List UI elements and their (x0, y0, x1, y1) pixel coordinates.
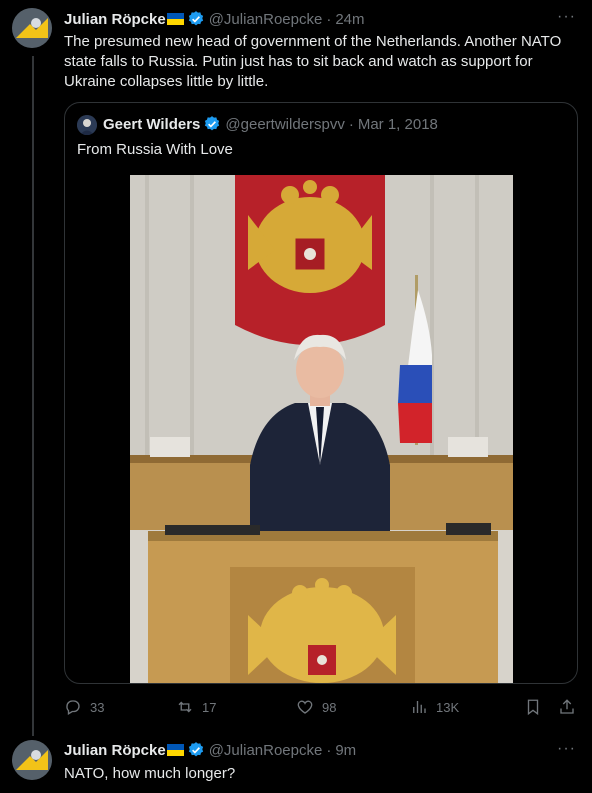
quote-text: From Russia With Love (77, 141, 233, 158)
tweet-text: NATO, how much longer? (64, 765, 236, 782)
quote-avatar-image (77, 115, 97, 135)
timestamp[interactable]: 24m (335, 11, 364, 28)
separator: · (326, 741, 332, 759)
quote-avatar[interactable] (77, 115, 97, 135)
like-count: 98 (322, 699, 337, 715)
verified-badge-icon (205, 116, 220, 131)
avatar-image (12, 740, 52, 780)
photo-illustration (130, 175, 513, 683)
quote-author-handle[interactable]: @geertwilderspvv (225, 116, 344, 133)
reply-icon (66, 700, 80, 715)
separator: · (348, 115, 354, 133)
separator: · (326, 10, 332, 28)
tweet2-header: Julian Röpcke @JulianRoepcke · 9m (64, 741, 356, 759)
author-handle[interactable]: @JulianRoepcke (209, 742, 323, 759)
quote-date[interactable]: Mar 1, 2018 (358, 116, 438, 133)
repost-button[interactable]: 17 (176, 698, 216, 716)
share-icon (560, 699, 574, 714)
reply-count: 33 (90, 699, 105, 715)
views-button[interactable]: 13K (410, 698, 459, 716)
views-count: 13K (436, 699, 460, 715)
repost-count: 17 (202, 699, 217, 715)
quote-header: Geert Wilders @geertwilderspvv · Mar 1, … (103, 115, 438, 133)
tweet1-header: Julian Röpcke @JulianRoepcke · 24m (64, 10, 365, 28)
views-icon (413, 701, 426, 713)
more-icon[interactable]: ··· (557, 8, 576, 26)
bookmark-icon (527, 699, 539, 716)
action-bar: 33 17 98 13K (64, 698, 584, 720)
bookmark-button[interactable] (524, 698, 550, 716)
reply-button[interactable]: 33 (64, 698, 104, 716)
avatar-image (12, 8, 52, 48)
more-icon[interactable]: ··· (557, 740, 576, 758)
avatar[interactable] (12, 8, 52, 48)
like-button[interactable]: 98 (296, 698, 336, 716)
ukraine-flag-icon (166, 13, 184, 25)
repost-icon (178, 701, 192, 713)
quote-photo[interactable] (130, 175, 513, 683)
quote-author-name[interactable]: Geert Wilders (103, 116, 200, 133)
avatar[interactable] (12, 740, 52, 780)
tweet-text: The presumed new head of government of t… (64, 33, 562, 90)
heart-icon (297, 700, 313, 714)
quote-tweet-card[interactable]: Geert Wilders @geertwilderspvv · Mar 1, … (64, 102, 578, 684)
verified-badge-icon (188, 742, 203, 757)
ukraine-flag-icon (166, 744, 184, 756)
verified-badge-icon (188, 11, 203, 26)
author-handle[interactable]: @JulianRoepcke (209, 11, 323, 28)
thread-line (32, 56, 34, 736)
timestamp[interactable]: 9m (335, 742, 356, 759)
author-name[interactable]: Julian Röpcke (64, 11, 166, 28)
share-button[interactable] (558, 698, 584, 716)
author-name[interactable]: Julian Röpcke (64, 742, 166, 759)
